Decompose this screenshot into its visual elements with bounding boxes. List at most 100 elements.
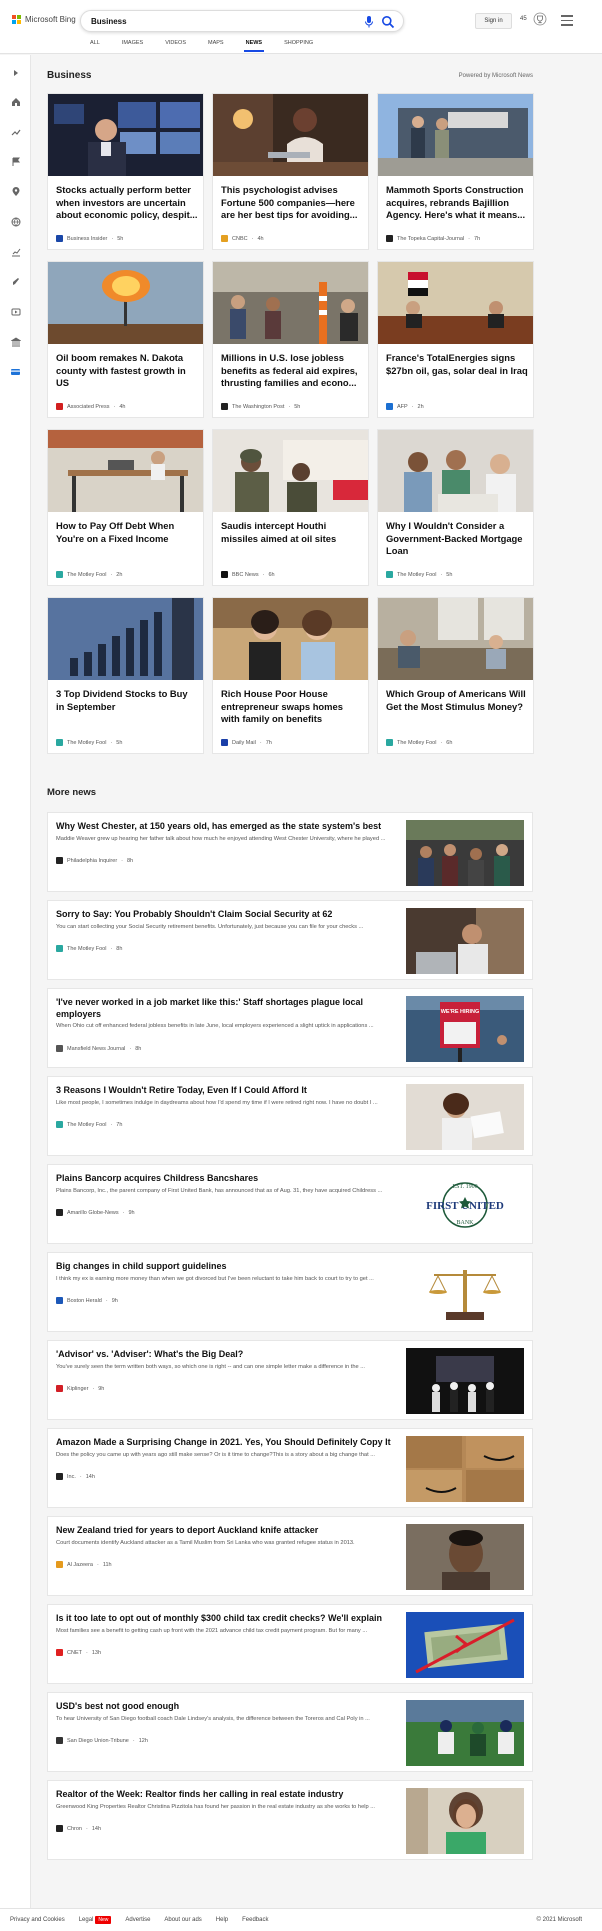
row-title[interactable]: New Zealand tried for years to deport Au… xyxy=(56,1524,396,1536)
couple-advisor-photo[interactable] xyxy=(378,430,533,512)
news-card[interactable]: Why I Wouldn't Consider a Government-Bac… xyxy=(377,429,534,586)
woman-portrait-photo[interactable] xyxy=(406,1788,524,1854)
card-title[interactable]: Millions in U.S. lose jobless benefits a… xyxy=(221,352,363,390)
card-title[interactable]: Rich House Poor House entrepreneur swaps… xyxy=(221,688,363,726)
two-women-photo[interactable] xyxy=(213,598,368,680)
soldiers-photo[interactable] xyxy=(213,430,368,512)
tab-videos[interactable]: VIDEOS xyxy=(165,40,186,54)
card-title[interactable]: How to Pay Off Debt When You're on a Fix… xyxy=(56,520,198,545)
news-row[interactable]: Sorry to Say: You Probably Shouldn't Cla… xyxy=(47,900,533,980)
news-row[interactable]: 'I've never worked in a job market like … xyxy=(47,988,533,1068)
row-title[interactable]: USD's best not good enough xyxy=(56,1700,396,1712)
entertainment-icon[interactable] xyxy=(10,306,21,317)
news-card[interactable]: Mammoth Sports Construction acquires, re… xyxy=(377,93,534,250)
scales-photo[interactable] xyxy=(406,1260,524,1326)
powered-by[interactable]: Powered by Microsoft News xyxy=(459,73,533,79)
search-input[interactable]: Business xyxy=(91,17,127,26)
boxes-photo[interactable] xyxy=(406,1436,524,1502)
stage-photo[interactable] xyxy=(406,1348,524,1414)
news-row[interactable]: USD's best not good enough To hear Unive… xyxy=(47,1692,533,1772)
row-title[interactable]: Plains Bancorp acquires Childress Bancsh… xyxy=(56,1172,396,1184)
gas-flare-photo[interactable] xyxy=(48,262,203,344)
news-row[interactable]: Amazon Made a Surprising Change in 2021.… xyxy=(47,1428,533,1508)
building-men-photo[interactable] xyxy=(378,94,533,176)
man-laptop-photo[interactable] xyxy=(406,908,524,974)
news-card[interactable]: How to Pay Off Debt When You're on a Fix… xyxy=(47,429,204,586)
location-icon[interactable] xyxy=(10,186,21,197)
card-title[interactable]: Mammoth Sports Construction acquires, re… xyxy=(386,184,528,222)
row-title[interactable]: Amazon Made a Surprising Change in 2021.… xyxy=(56,1436,396,1448)
rewards-trophy-icon[interactable] xyxy=(533,12,547,26)
globe-icon[interactable] xyxy=(10,216,21,227)
bar-chart-photo[interactable] xyxy=(48,598,203,680)
sign-in-button[interactable]: Sign in xyxy=(475,13,512,29)
news-card[interactable]: Stocks actually perform better when inve… xyxy=(47,93,204,250)
search-icon[interactable] xyxy=(381,15,395,29)
footer-link-about-ads[interactable]: About our ads xyxy=(164,1917,201,1923)
rewards-points[interactable]: 45 xyxy=(520,16,527,22)
news-row[interactable]: Big changes in child support guidelines … xyxy=(47,1252,533,1332)
trader-screens-photo[interactable] xyxy=(48,94,203,176)
footer-link-feedback[interactable]: Feedback xyxy=(242,1917,268,1923)
tab-shopping[interactable]: SHOPPING xyxy=(284,40,313,54)
bing-logo[interactable]: Microsoft Bing xyxy=(12,15,76,24)
row-title[interactable]: 'Advisor' vs. 'Adviser': What's the Big … xyxy=(56,1348,396,1360)
news-card[interactable]: Which Group of Americans Will Get the Mo… xyxy=(377,597,534,754)
row-title[interactable]: Big changes in child support guidelines xyxy=(56,1260,396,1272)
cash-ribbon-photo[interactable] xyxy=(406,1612,524,1678)
row-title[interactable]: 'I've never worked in a job market like … xyxy=(56,996,396,1020)
home-icon[interactable] xyxy=(10,96,21,107)
bank-logo-image[interactable]: EST. 1900 FIRST UNITED BANK xyxy=(406,1172,524,1238)
woman-paper-photo[interactable] xyxy=(406,1084,524,1150)
news-card[interactable]: France's TotalEnergies signs $27bn oil, … xyxy=(377,261,534,418)
news-row[interactable]: 'Advisor' vs. 'Adviser': What's the Big … xyxy=(47,1340,533,1420)
desk-photo[interactable] xyxy=(48,430,203,512)
tab-news[interactable]: NEWS xyxy=(243,40,264,54)
card-title[interactable]: Stocks actually perform better when inve… xyxy=(56,184,198,222)
row-title[interactable]: 3 Reasons I Wouldn't Retire Today, Even … xyxy=(56,1084,396,1096)
hiring-sign-photo[interactable]: WE'RE HIRING xyxy=(406,996,524,1062)
expand-arrow-icon[interactable] xyxy=(10,67,21,78)
news-row[interactable]: Is it too late to opt out of monthly $30… xyxy=(47,1604,533,1684)
news-row[interactable]: 3 Reasons I Wouldn't Retire Today, Even … xyxy=(47,1076,533,1156)
trending-icon[interactable] xyxy=(10,126,21,137)
football-photo[interactable] xyxy=(406,1700,524,1766)
news-card[interactable]: 3 Top Dividend Stocks to Buy in Septembe… xyxy=(47,597,204,754)
news-row[interactable]: Why West Chester, at 150 years old, has … xyxy=(47,812,533,892)
signing-photo[interactable] xyxy=(378,262,533,344)
menu-icon[interactable] xyxy=(561,15,573,26)
footer-link-privacy[interactable]: Privacy and Cookies xyxy=(10,1917,65,1923)
row-title[interactable]: Why West Chester, at 150 years old, has … xyxy=(56,820,396,832)
money-card-icon[interactable] xyxy=(10,366,21,377)
footer-link-help[interactable]: Help xyxy=(216,1917,228,1923)
news-card[interactable]: Oil boom remakes N. Dakota county with f… xyxy=(47,261,204,418)
family-sofa-photo[interactable] xyxy=(378,598,533,680)
row-title[interactable]: Is it too late to opt out of monthly $30… xyxy=(56,1612,396,1624)
card-title[interactable]: Which Group of Americans Will Get the Mo… xyxy=(386,688,528,713)
news-card[interactable]: Rich House Poor House entrepreneur swaps… xyxy=(212,597,369,754)
news-row[interactable]: Realtor of the Week: Realtor finds her c… xyxy=(47,1780,533,1860)
woman-laptop-photo[interactable] xyxy=(213,94,368,176)
card-title[interactable]: France's TotalEnergies signs $27bn oil, … xyxy=(386,352,528,377)
tab-images[interactable]: IMAGES xyxy=(122,40,143,54)
search-box[interactable]: Business xyxy=(80,10,404,32)
news-row[interactable]: Plains Bancorp acquires Childress Bancsh… xyxy=(47,1164,533,1244)
news-card[interactable]: Millions in U.S. lose jobless benefits a… xyxy=(212,261,369,418)
tab-all[interactable]: ALL xyxy=(90,40,100,54)
footer-link-legal[interactable]: Legal New xyxy=(79,1916,112,1924)
business-chart-icon[interactable] xyxy=(10,246,21,257)
card-title[interactable]: This psychologist advises Fortune 500 co… xyxy=(221,184,363,222)
card-title[interactable]: 3 Top Dividend Stocks to Buy in Septembe… xyxy=(56,688,198,713)
card-title[interactable]: Oil boom remakes N. Dakota county with f… xyxy=(56,352,198,390)
footer-link-advertise[interactable]: Advertise xyxy=(125,1917,150,1923)
politics-icon[interactable] xyxy=(10,336,21,347)
news-card[interactable]: This psychologist advises Fortune 500 co… xyxy=(212,93,369,250)
news-row[interactable]: New Zealand tried for years to deport Au… xyxy=(47,1516,533,1596)
waiting-room-photo[interactable] xyxy=(213,262,368,344)
campus-crowd-photo[interactable] xyxy=(406,820,524,886)
footer-link-legal-label[interactable]: Legal xyxy=(79,1917,94,1923)
science-rocket-icon[interactable] xyxy=(10,276,21,287)
tab-maps[interactable]: MAPS xyxy=(208,40,224,54)
news-card[interactable]: Saudis intercept Houthi missiles aimed a… xyxy=(212,429,369,586)
microphone-icon[interactable] xyxy=(363,15,375,29)
